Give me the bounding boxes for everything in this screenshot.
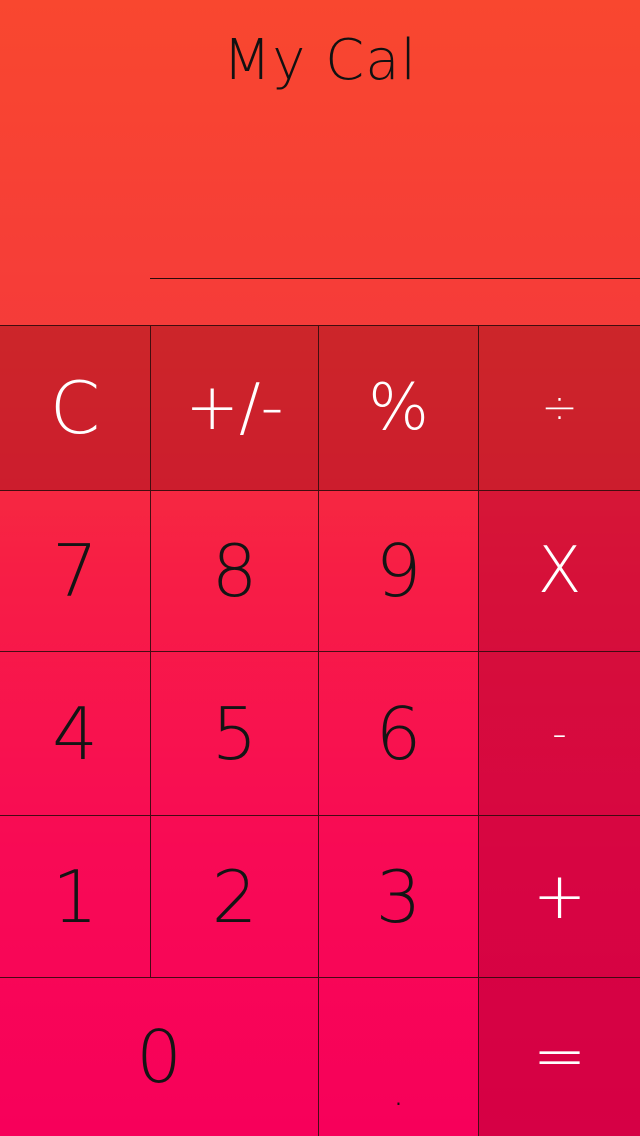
toggle-sign-button[interactable]: +/- [151,325,319,491]
divide-button[interactable]: ÷ [479,325,640,491]
digit-7-label: 7 [52,529,98,613]
percent-button[interactable]: % [319,325,479,491]
app-title: My Cal [222,28,418,93]
digit-5-label: 5 [211,691,258,776]
digit-3-label: 3 [375,854,422,939]
clear-button[interactable]: C [0,325,151,491]
digit-1-label: 1 [52,854,98,939]
keypad: C +/- % ÷ 7 8 9 X 4 5 6 - 1 2 3 + 0 . = [0,325,640,1136]
add-label: + [532,859,587,934]
display-area: My Cal [0,0,640,326]
clear-label: C [49,366,101,450]
decimal-button[interactable]: . [319,978,479,1136]
digit-1-button[interactable]: 1 [0,816,151,978]
decimal-label: . [392,1069,405,1115]
toggle-sign-label: +/- [185,371,284,445]
digit-2-label: 2 [211,854,258,939]
digit-8-label: 8 [211,529,258,613]
digit-0-label: 0 [136,1015,182,1099]
subtract-button[interactable]: - [479,652,640,816]
digit-6-button[interactable]: 6 [319,652,479,816]
multiply-label: X [537,534,582,608]
multiply-button[interactable]: X [479,491,640,652]
equals-label: = [532,1020,587,1094]
add-button[interactable]: + [479,816,640,978]
digit-8-button[interactable]: 8 [151,491,319,652]
digit-6-label: 6 [375,691,422,776]
digit-2-button[interactable]: 2 [151,816,319,978]
digit-9-label: 9 [375,529,422,613]
equals-button[interactable]: = [479,978,640,1136]
digit-4-button[interactable]: 4 [0,652,151,816]
digit-0-button[interactable]: 0 [0,978,319,1136]
digit-3-button[interactable]: 3 [319,816,479,978]
display-underline [150,278,640,279]
divide-label: ÷ [541,382,578,433]
digit-5-button[interactable]: 5 [151,652,319,816]
subtract-label: - [552,710,567,757]
calculator-app: My Cal C +/- % ÷ 7 8 9 X 4 5 6 - 1 2 3 +… [0,0,640,1136]
digit-9-button[interactable]: 9 [319,491,479,652]
percent-label: % [368,371,429,445]
digit-4-label: 4 [52,691,98,776]
digit-7-button[interactable]: 7 [0,491,151,652]
